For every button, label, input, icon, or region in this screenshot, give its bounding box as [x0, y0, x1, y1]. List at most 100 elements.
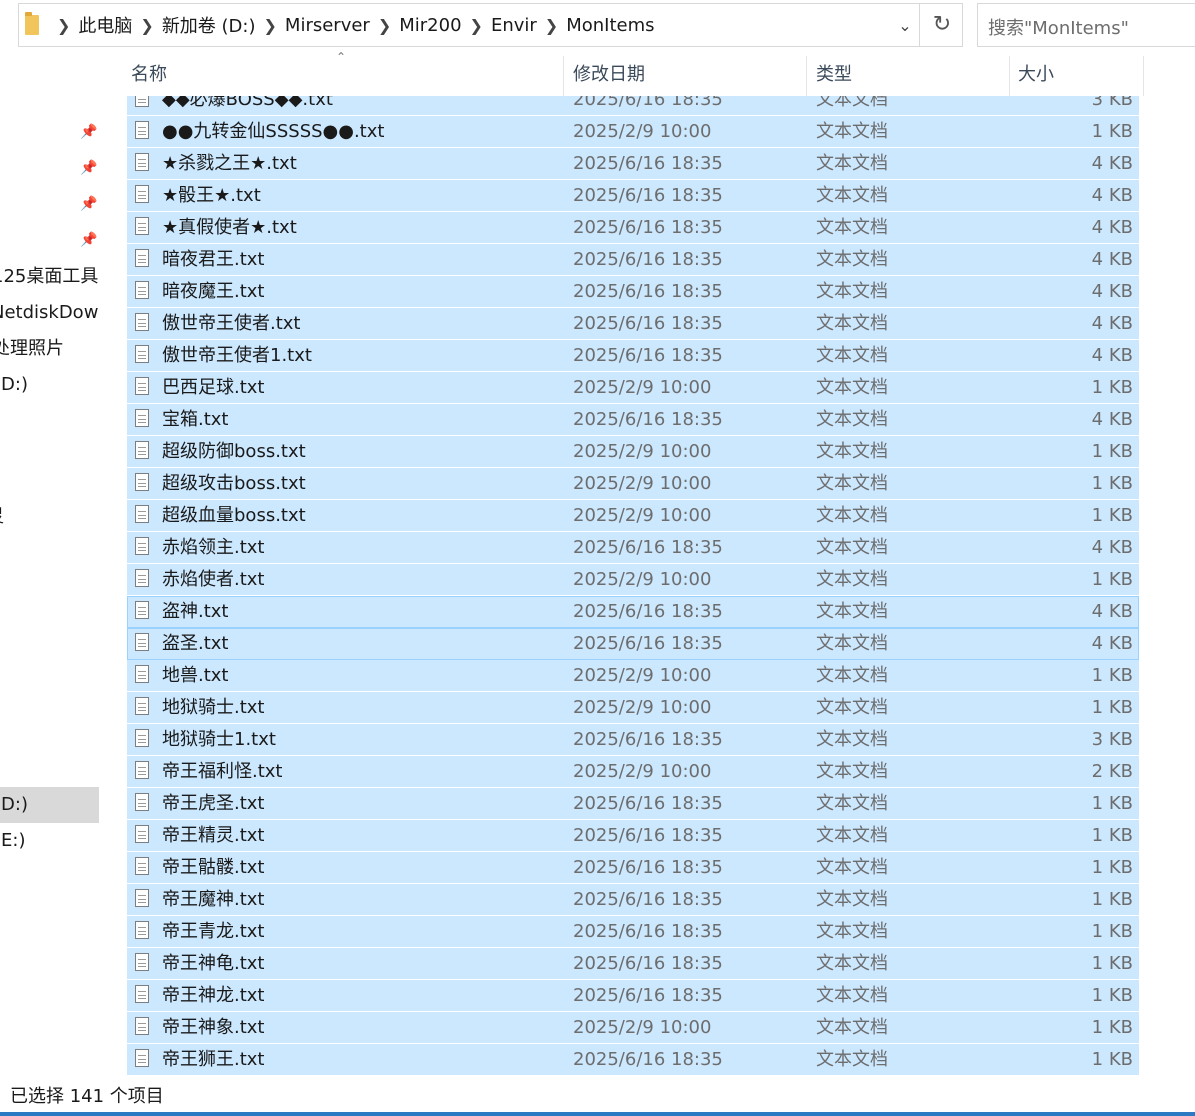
breadcrumb-envir[interactable]: Envir: [491, 15, 537, 36]
text-file-icon: [135, 857, 149, 875]
file-row[interactable]: 傲世帝王使者.txt 2025/6/16 18:35 文本文档 4 KB: [127, 308, 1139, 340]
window-bottom-border: [0, 1112, 1195, 1116]
breadcrumb-drive-d[interactable]: 新加卷 (D:): [162, 12, 256, 38]
text-file-icon: [135, 985, 149, 1003]
file-row[interactable]: ★杀戮之王★.txt 2025/6/16 18:35 文本文档 4 KB: [127, 148, 1139, 180]
file-date: 2025/2/9 10:00: [573, 569, 712, 590]
file-row[interactable]: 帝王神龟.txt 2025/6/16 18:35 文本文档 1 KB: [127, 948, 1139, 980]
file-row[interactable]: 超级血量boss.txt 2025/2/9 10:00 文本文档 1 KB: [127, 500, 1139, 532]
file-date: 2025/2/9 10:00: [573, 441, 712, 462]
chevron-right-icon[interactable]: ❯: [140, 16, 153, 35]
file-date: 2025/6/16 18:35: [573, 249, 723, 270]
address-bar[interactable]: ❯ 此电脑 ❯ 新加卷 (D:) ❯ Mirserver ❯ Mir200 ❯ …: [18, 3, 963, 47]
file-size: 1 KB: [1091, 665, 1133, 686]
breadcrumb-mirserver[interactable]: Mirserver: [285, 15, 370, 36]
file-row[interactable]: 超级攻击boss.txt 2025/2/9 10:00 文本文档 1 KB: [127, 468, 1139, 500]
chevron-down-icon[interactable]: ⌄: [891, 12, 919, 40]
file-row[interactable]: 赤焰领主.txt 2025/6/16 18:35 文本文档 4 KB: [127, 532, 1139, 564]
refresh-icon[interactable]: ↻: [919, 4, 964, 46]
text-file-icon: [135, 185, 149, 203]
file-name: 帝王狮王.txt: [162, 1049, 265, 1070]
nav-item-drive-e[interactable]: (E:): [0, 824, 25, 858]
nav-item-drive-d-selected[interactable]: (D:): [0, 788, 28, 822]
column-divider[interactable]: [1009, 56, 1010, 96]
nav-item-drive-d[interactable]: (D:): [0, 368, 28, 402]
file-type: 文本文档: [816, 249, 888, 270]
chevron-right-icon[interactable]: ❯: [264, 16, 277, 35]
file-type: 文本文档: [816, 281, 888, 302]
file-row[interactable]: 盗神.txt 2025/6/16 18:35 文本文档 4 KB: [127, 596, 1139, 628]
file-row[interactable]: 帝王虎圣.txt 2025/6/16 18:35 文本文档 1 KB: [127, 788, 1139, 820]
text-file-icon: [135, 96, 149, 107]
column-divider[interactable]: [1143, 56, 1144, 96]
file-row[interactable]: ◆◆必爆BOSS◆◆.txt 2025/6/16 18:35 文本文档 3 KB: [127, 96, 1139, 116]
file-row[interactable]: 超级防御boss.txt 2025/2/9 10:00 文本文档 1 KB: [127, 436, 1139, 468]
text-file-icon: [135, 1017, 149, 1035]
file-row[interactable]: 帝王狮王.txt 2025/6/16 18:35 文本文档 1 KB: [127, 1044, 1139, 1076]
file-date: 2025/2/9 10:00: [573, 665, 712, 686]
text-file-icon: [135, 633, 149, 651]
column-divider[interactable]: [563, 56, 564, 96]
file-row[interactable]: ●●九转金仙SSSSS●●.txt 2025/2/9 10:00 文本文档 1 KB: [127, 116, 1139, 148]
nav-item-desktop-tools[interactable]: 125桌面工具: [0, 260, 98, 294]
file-row[interactable]: ★骰王★.txt 2025/6/16 18:35 文本文档 4 KB: [127, 180, 1139, 212]
nav-item-netdisk[interactable]: NetdiskDowr: [0, 296, 100, 330]
file-row[interactable]: 暗夜魔王.txt 2025/6/16 18:35 文本文档 4 KB: [127, 276, 1139, 308]
pin-icon: 📌: [80, 232, 98, 248]
file-row[interactable]: 帝王骷髅.txt 2025/6/16 18:35 文本文档 1 KB: [127, 852, 1139, 884]
file-size: 4 KB: [1091, 153, 1133, 174]
file-row[interactable]: 赤焰使者.txt 2025/2/9 10:00 文本文档 1 KB: [127, 564, 1139, 596]
breadcrumb-monitems[interactable]: MonItems: [566, 15, 654, 36]
file-type: 文本文档: [816, 633, 888, 654]
column-divider[interactable]: [806, 56, 807, 96]
text-file-icon: [135, 1049, 149, 1067]
file-row[interactable]: 帝王魔神.txt 2025/6/16 18:35 文本文档 1 KB: [127, 884, 1139, 916]
text-file-icon: [135, 665, 149, 683]
column-header-size[interactable]: 大小: [1018, 54, 1054, 96]
text-file-icon: [135, 793, 149, 811]
file-date: 2025/6/16 18:35: [573, 345, 723, 366]
file-row[interactable]: 暗夜君王.txt 2025/6/16 18:35 文本文档 4 KB: [127, 244, 1139, 276]
file-row[interactable]: 帝王福利怪.txt 2025/2/9 10:00 文本文档 2 KB: [127, 756, 1139, 788]
nav-item-photos[interactable]: 处理照片: [0, 332, 64, 366]
chevron-right-icon[interactable]: ❯: [57, 16, 70, 35]
file-size: 4 KB: [1091, 249, 1133, 270]
file-row[interactable]: 地狱骑士.txt 2025/2/9 10:00 文本文档 1 KB: [127, 692, 1139, 724]
breadcrumb-this-pc[interactable]: 此电脑: [78, 12, 132, 38]
text-file-icon: [135, 249, 149, 267]
file-size: 1 KB: [1091, 985, 1133, 1006]
file-type: 文本文档: [816, 729, 888, 750]
file-row[interactable]: 帝王精灵.txt 2025/6/16 18:35 文本文档 1 KB: [127, 820, 1139, 852]
nav-item-drive-f[interactable]: ): [0, 860, 1, 894]
file-row[interactable]: ★真假使者★.txt 2025/6/16 18:35 文本文档 4 KB: [127, 212, 1139, 244]
file-size: 1 KB: [1091, 953, 1133, 974]
file-row[interactable]: 地狱骑士1.txt 2025/6/16 18:35 文本文档 3 KB: [127, 724, 1139, 756]
file-row[interactable]: 地兽.txt 2025/2/9 10:00 文本文档 1 KB: [127, 660, 1139, 692]
file-row[interactable]: 宝箱.txt 2025/6/16 18:35 文本文档 4 KB: [127, 404, 1139, 436]
file-row[interactable]: 帝王神象.txt 2025/2/9 10:00 文本文档 1 KB: [127, 1012, 1139, 1044]
file-type: 文本文档: [816, 505, 888, 526]
file-row[interactable]: 傲世帝王使者1.txt 2025/6/16 18:35 文本文档 4 KB: [127, 340, 1139, 372]
chevron-right-icon[interactable]: ❯: [470, 16, 483, 35]
file-name: 帝王神龟.txt: [162, 953, 265, 974]
chevron-right-icon[interactable]: ❯: [545, 16, 558, 35]
breadcrumb-mir200[interactable]: Mir200: [399, 15, 461, 36]
column-header-type[interactable]: 类型: [816, 54, 852, 96]
file-name: 地兽.txt: [162, 665, 229, 686]
file-row[interactable]: 帝王青龙.txt 2025/6/16 18:35 文本文档 1 KB: [127, 916, 1139, 948]
file-row[interactable]: 帝王神龙.txt 2025/6/16 18:35 文本文档 1 KB: [127, 980, 1139, 1012]
search-input[interactable]: 搜索"MonItems": [977, 3, 1195, 47]
chevron-right-icon[interactable]: ❯: [378, 16, 391, 35]
column-header-name[interactable]: 名称: [131, 54, 167, 96]
file-name: ★杀戮之王★.txt: [162, 153, 297, 174]
file-size: 1 KB: [1091, 569, 1133, 590]
column-header-date[interactable]: 修改日期: [573, 54, 645, 96]
file-size: 4 KB: [1091, 601, 1133, 622]
file-name: 帝王精灵.txt: [162, 825, 265, 846]
file-size: 1 KB: [1091, 505, 1133, 526]
nav-item-drive-c[interactable]: ): [0, 752, 1, 786]
file-row[interactable]: 盗圣.txt 2025/6/16 18:35 文本文档 4 KB: [127, 628, 1139, 660]
nav-item-partial[interactable]: 灵: [0, 500, 4, 534]
file-date: 2025/6/16 18:35: [573, 857, 723, 878]
file-row[interactable]: 巴西足球.txt 2025/2/9 10:00 文本文档 1 KB: [127, 372, 1139, 404]
